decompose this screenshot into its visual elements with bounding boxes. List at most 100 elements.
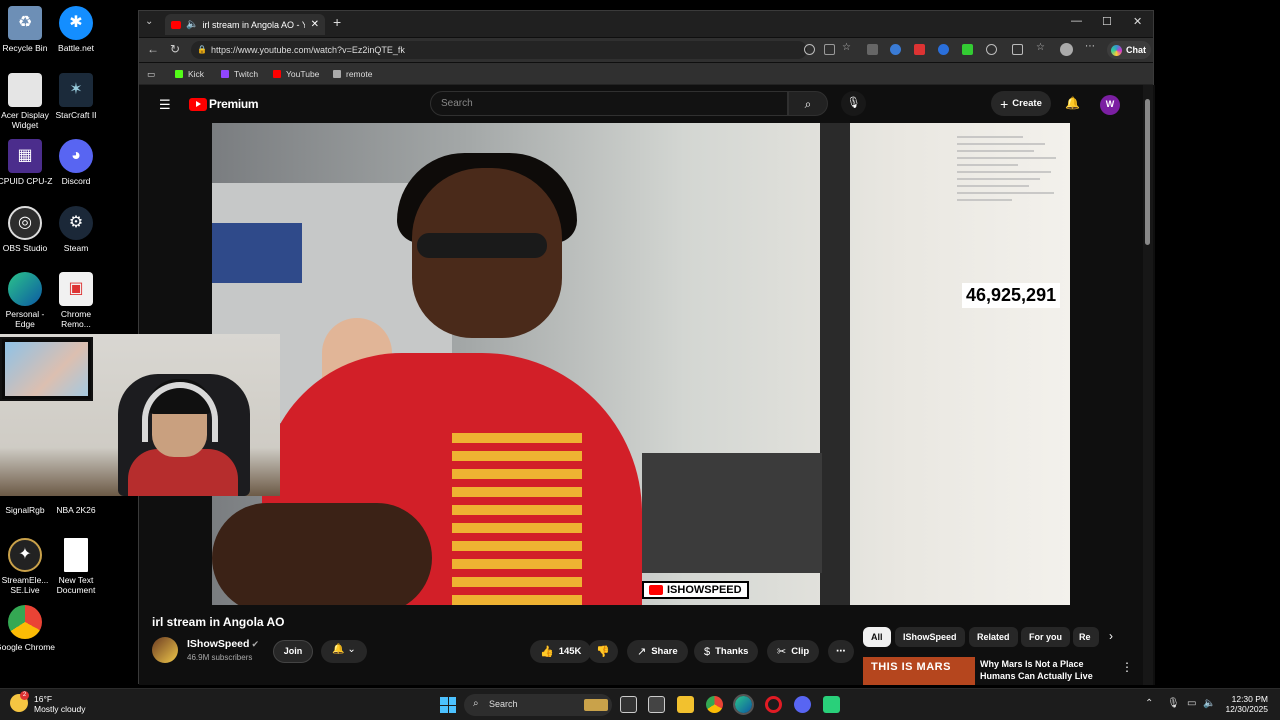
channel-watermark: ISHOWSPEED — [642, 581, 749, 599]
bookmark-twitch[interactable]: Twitch — [221, 69, 258, 79]
desktop-icon-steam[interactable]: ⚙ Steam — [46, 206, 106, 253]
video-sign — [212, 223, 302, 283]
extension-1-icon[interactable] — [867, 44, 878, 55]
browser-tab[interactable]: 🔈 irl stream in Angola AO - YouTube ✕ — [165, 14, 325, 35]
notifications-bell-icon[interactable]: 🔔 — [1065, 96, 1080, 110]
tab-actions-icon[interactable]: ⌄ — [145, 16, 153, 27]
extension-5-icon[interactable] — [962, 44, 973, 55]
extension-6-icon[interactable] — [986, 44, 997, 55]
app-taskbar-icon[interactable] — [823, 696, 840, 713]
favorites-icon[interactable]: ☆ — [1036, 42, 1047, 53]
tray-chevron-icon[interactable]: ⌃ — [1145, 698, 1153, 709]
bookmark-kick[interactable]: Kick — [175, 69, 204, 79]
clock[interactable]: 12:30 PM 12/30/2025 — [1224, 694, 1268, 714]
more-menu-icon[interactable]: ⋯ — [1085, 41, 1096, 52]
chip-ishowspeed[interactable]: IShowSpeed — [895, 627, 965, 647]
favorite-star-icon[interactable]: ☆ — [842, 42, 853, 53]
extension-4-icon[interactable] — [938, 44, 949, 55]
search-button[interactable]: ⌕ — [788, 91, 828, 116]
extension-2-icon[interactable] — [890, 44, 901, 55]
weather-widget[interactable]: 2 16°F Mostly cloudy — [10, 691, 86, 714]
streamelements-icon: ✦ — [8, 538, 42, 572]
new-tab-button[interactable]: + — [333, 14, 341, 30]
search-input[interactable]: Search — [430, 91, 788, 116]
discord-taskbar-icon[interactable] — [794, 696, 811, 713]
chip-for-you[interactable]: For you — [1021, 627, 1070, 647]
edge-taskbar-icon[interactable] — [733, 694, 754, 715]
channel-name[interactable]: IShowSpeed ✔ — [187, 638, 259, 650]
chip-all[interactable]: All — [863, 627, 891, 647]
youtube-logo-icon — [189, 97, 207, 111]
youtube-page: ☰ Premium Search ⌕ 🎙 + Create 🔔 W 46,925… — [139, 85, 1155, 685]
kick-icon — [175, 70, 183, 78]
video-player[interactable]: 46,925,291 ISHOWSPEED — [212, 123, 1070, 605]
voice-search-button[interactable]: 🎙 — [841, 91, 866, 116]
minimize-button[interactable]: — — [1071, 15, 1082, 27]
close-tab-icon[interactable]: ✕ — [311, 19, 319, 30]
desktop-icon-discord[interactable]: ◕ Discord — [46, 139, 106, 186]
dislike-button[interactable]: 👎 — [588, 640, 618, 663]
video-desk — [642, 453, 822, 573]
recommendation-more-icon[interactable]: ⋮ — [1121, 660, 1133, 674]
tab-title: irl stream in Angola AO - YouTube — [202, 19, 304, 30]
steam-icon: ⚙ — [59, 206, 93, 240]
remote-icon — [333, 70, 341, 78]
microphone-tray-icon[interactable]: 🎙 — [1167, 698, 1180, 709]
desktop-icon-chrome[interactable]: Google Chrome — [0, 605, 55, 652]
volume-tray-icon[interactable]: 🔈 — [1203, 698, 1215, 709]
subscribed-bell-button[interactable]: 🔔 ⌄ — [321, 640, 367, 663]
menu-icon[interactable]: ☰ — [159, 97, 171, 113]
recommendation-title[interactable]: Why Mars Is Not a Place Humans Can Actua… — [980, 658, 1100, 682]
youtube-logo[interactable]: Premium — [189, 97, 259, 111]
desktop-icon-new-text[interactable]: New Text Document — [46, 538, 106, 595]
bookmark-remote[interactable]: remote — [333, 69, 372, 79]
create-button[interactable]: + Create — [991, 91, 1051, 116]
bookmarks-bar: ▭ Kick Twitch YouTube remote — [139, 63, 1153, 85]
thanks-button[interactable]: $ Thanks — [694, 640, 759, 663]
youtube-icon — [273, 70, 281, 78]
opera-taskbar-icon[interactable] — [765, 696, 782, 713]
speaker-icon[interactable]: 🔈 — [186, 19, 198, 30]
chevron-right-icon[interactable]: › — [1109, 629, 1113, 643]
read-aloud-icon[interactable] — [804, 44, 815, 55]
maximize-button[interactable]: ☐ — [1102, 15, 1112, 28]
like-button[interactable]: 👍 145K — [530, 640, 592, 663]
scrollbar-thumb[interactable] — [1145, 99, 1150, 245]
channel-avatar[interactable] — [152, 637, 178, 663]
recycle-bin-icon: ♻ — [8, 6, 42, 40]
refresh-button[interactable]: ↻ — [170, 42, 180, 56]
start-button[interactable] — [440, 697, 456, 713]
copilot-chat-button[interactable]: Chat — [1107, 41, 1151, 59]
extensions-puzzle-icon[interactable] — [1012, 44, 1023, 55]
profile-icon[interactable] — [1060, 43, 1073, 56]
recommendation-thumbnail[interactable]: THIS IS MARS — [863, 657, 975, 685]
clip-button[interactable]: ✂ Clip — [767, 640, 820, 663]
desktop-icon-chrome-remote[interactable]: ▣ Chrome Remo... — [46, 272, 106, 329]
close-window-button[interactable]: ✕ — [1133, 15, 1142, 28]
extension-3-icon[interactable] — [914, 44, 925, 55]
account-avatar[interactable]: W — [1100, 95, 1120, 115]
chip-related[interactable]: Related — [969, 627, 1018, 647]
widgets-icon[interactable] — [648, 696, 665, 713]
stream-counter: 46,925,291 — [962, 283, 1061, 308]
file-explorer-icon[interactable] — [677, 696, 694, 713]
share-button[interactable]: ↗ Share — [627, 640, 688, 663]
app-available-icon[interactable] — [824, 44, 835, 55]
chrome-taskbar-icon[interactable] — [706, 696, 723, 713]
more-actions-button[interactable]: ⋯ — [828, 640, 854, 663]
address-bar[interactable]: 🔒 https://www.youtube.com/watch?v=Ez2inQ… — [191, 41, 807, 59]
desktop-icon-nba[interactable]: NBA 2K26 — [46, 505, 106, 515]
bookmark-youtube[interactable]: YouTube — [273, 69, 319, 79]
page-scrollbar[interactable] — [1143, 85, 1153, 685]
desktop-icon-starcraft[interactable]: ✶ StarCraft II — [46, 73, 106, 120]
task-view-icon[interactable] — [620, 696, 637, 713]
subscriber-count: 46.9M subscribers — [187, 653, 253, 662]
back-button[interactable]: ← — [147, 42, 159, 56]
chip-partial[interactable]: Re — [1073, 627, 1099, 647]
bookmarks-menu-icon[interactable]: ▭ — [147, 69, 155, 80]
desktop-icon-battlenet[interactable]: ✱ Battle.net — [46, 6, 106, 53]
network-tray-icon[interactable]: ▭ — [1187, 698, 1196, 709]
temperature: 16°F — [34, 694, 53, 704]
date: 12/30/2025 — [1225, 704, 1268, 714]
join-button[interactable]: Join — [273, 640, 313, 663]
